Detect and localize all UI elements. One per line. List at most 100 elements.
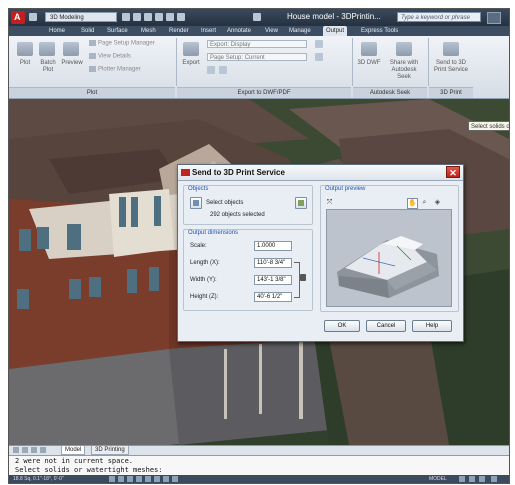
- qat-undo-icon[interactable]: [166, 13, 174, 21]
- preview-extents-icon[interactable]: ◈: [433, 198, 442, 207]
- grid-toggle[interactable]: [118, 476, 124, 482]
- last-layout-icon[interactable]: [40, 447, 46, 453]
- first-layout-icon[interactable]: [13, 447, 19, 453]
- preview-pan-icon[interactable]: ✋: [407, 198, 418, 209]
- send-3d-print-icon[interactable]: [443, 42, 459, 56]
- objects-group: Objects Select objects 292 objects selec…: [183, 185, 313, 225]
- osnap-toggle[interactable]: [145, 476, 151, 482]
- quick-select-button[interactable]: [295, 197, 307, 209]
- export-preview-icon[interactable]: [315, 40, 323, 48]
- ortho-toggle[interactable]: [127, 476, 133, 482]
- page-setup-combo[interactable]: Page Setup: Current: [207, 53, 307, 61]
- qat-redo-icon[interactable]: [177, 13, 185, 21]
- ok-button[interactable]: OK: [324, 320, 360, 332]
- workspace-select[interactable]: 3D Modeling: [45, 12, 117, 22]
- qat-workspace-icon[interactable]: [253, 13, 261, 21]
- plot-icon[interactable]: [17, 42, 33, 56]
- export-panel-title: Export to DWF/PDF: [177, 87, 351, 98]
- view-details-icon: [89, 53, 96, 59]
- tab-mesh[interactable]: Mesh: [141, 26, 156, 36]
- scale-label: Scale:: [190, 243, 207, 249]
- dialog-app-icon: [181, 169, 190, 176]
- command-line[interactable]: 2 were not in current space. Select soli…: [9, 455, 509, 476]
- dialog-title: Send to 3D Print Service: [192, 168, 285, 177]
- tab-solid[interactable]: Solid: [81, 26, 94, 36]
- export-option2-icon[interactable]: [219, 66, 227, 74]
- length-input[interactable]: 110'-8 3/4": [254, 258, 292, 268]
- tab-view[interactable]: View: [265, 26, 278, 36]
- tab-render[interactable]: Render: [169, 26, 189, 36]
- cancel-button[interactable]: Cancel: [366, 320, 406, 332]
- qat-open-icon[interactable]: [122, 13, 130, 21]
- export-setup-icon[interactable]: [315, 53, 323, 61]
- share-seek-icon[interactable]: [396, 42, 412, 56]
- qat-save-icon[interactable]: [133, 13, 141, 21]
- next-layout-icon[interactable]: [31, 447, 37, 453]
- dwf-3d-label: 3D DWF: [357, 60, 381, 66]
- export-icon[interactable]: [183, 42, 199, 56]
- qat-saveas-icon[interactable]: [144, 13, 152, 21]
- height-label: Height (Z):: [190, 294, 219, 300]
- otrack-toggle[interactable]: [154, 476, 160, 482]
- lock-proportions-icon[interactable]: [300, 274, 306, 281]
- preview-canvas[interactable]: [326, 209, 452, 307]
- tab-insert[interactable]: Insert: [201, 26, 216, 36]
- ribbon-tab-bar: Home Solid Surface Mesh Render Insert An…: [9, 26, 509, 36]
- quick-select-icon: [298, 200, 304, 206]
- close-button[interactable]: ✕: [446, 166, 460, 178]
- tab-home[interactable]: Home: [49, 26, 65, 36]
- dwf-3d-icon[interactable]: [361, 42, 377, 56]
- tab-surface[interactable]: Surface: [107, 26, 128, 36]
- scale-input[interactable]: 1.0000: [254, 241, 292, 251]
- select-objects-button[interactable]: [190, 197, 202, 209]
- qat-plot-icon[interactable]: [155, 13, 163, 21]
- application-menu-button[interactable]: A: [11, 11, 25, 24]
- preview-zoom-icon[interactable]: ⌕: [420, 198, 429, 207]
- height-input[interactable]: 40'-6 1/2": [254, 292, 292, 302]
- qat-new-icon[interactable]: [29, 13, 37, 21]
- page-setup-manager[interactable]: Page Setup Manager: [89, 40, 155, 47]
- coordinates-readout: 18.8 Sq, 0.1"-18°, 0'-0": [13, 476, 64, 482]
- length-label: Length (X):: [190, 260, 220, 266]
- help-button[interactable]: Help: [412, 320, 452, 332]
- clean-screen-icon[interactable]: [491, 476, 497, 482]
- layout-switch-icon[interactable]: [459, 476, 465, 482]
- panel-divider: [428, 38, 429, 86]
- export-combo[interactable]: Export: Display: [207, 40, 307, 48]
- ducs-toggle[interactable]: [163, 476, 169, 482]
- tab-express-tools[interactable]: Express Tools: [361, 26, 398, 36]
- dialog-title-bar[interactable]: Send to 3D Print Service ✕: [178, 165, 463, 181]
- tab-model[interactable]: Model: [61, 446, 86, 455]
- width-input[interactable]: 143'-1 3/8": [254, 275, 292, 285]
- send-to-3d-print-dialog: Send to 3D Print Service ✕ Objects Selec…: [177, 164, 464, 342]
- tab-manage[interactable]: Manage: [289, 26, 311, 36]
- snap-toggle[interactable]: [109, 476, 115, 482]
- prev-layout-icon[interactable]: [22, 447, 28, 453]
- window-title: House model - 3DPrintin...: [287, 12, 381, 21]
- preview-icon[interactable]: [63, 42, 79, 56]
- preview-group-title: Output preview: [325, 186, 366, 192]
- batch-plot-icon[interactable]: [39, 42, 55, 56]
- ribbon: Plot Batch Plot Preview Page Setup Manag…: [9, 36, 509, 99]
- polar-toggle[interactable]: [136, 476, 142, 482]
- preview-orbit-icon[interactable]: ⤧: [325, 198, 334, 207]
- dyn-toggle[interactable]: [172, 476, 178, 482]
- annotation-scale-icon[interactable]: [469, 476, 475, 482]
- share-seek-label: Share with Autodesk Seek: [389, 60, 419, 80]
- workspace-switch-icon[interactable]: [479, 476, 485, 482]
- search-input[interactable]: Type a keyword or phrase: [397, 12, 481, 22]
- tab-annotate[interactable]: Annotate: [227, 26, 251, 36]
- export-option-icon[interactable]: [207, 66, 215, 74]
- command-prompt[interactable]: Select solids or watertight meshes:: [15, 466, 163, 474]
- model-space-indicator[interactable]: MODEL: [429, 475, 447, 483]
- preview-model-render: [327, 210, 451, 306]
- title-bar: A 3D Modeling House model - 3DPrintin...…: [9, 9, 509, 26]
- help-icon[interactable]: [487, 12, 501, 24]
- app-window: A 3D Modeling House model - 3DPrintin...…: [8, 8, 510, 484]
- page-setup-icon: [89, 40, 96, 46]
- plotter-manager[interactable]: Plotter Manager: [89, 66, 141, 73]
- tab-output[interactable]: Output: [323, 26, 348, 36]
- tab-3d-printing[interactable]: 3D Printing: [91, 446, 129, 455]
- view-details[interactable]: View Details: [89, 53, 131, 60]
- plot-panel-title[interactable]: Plot: [9, 87, 175, 98]
